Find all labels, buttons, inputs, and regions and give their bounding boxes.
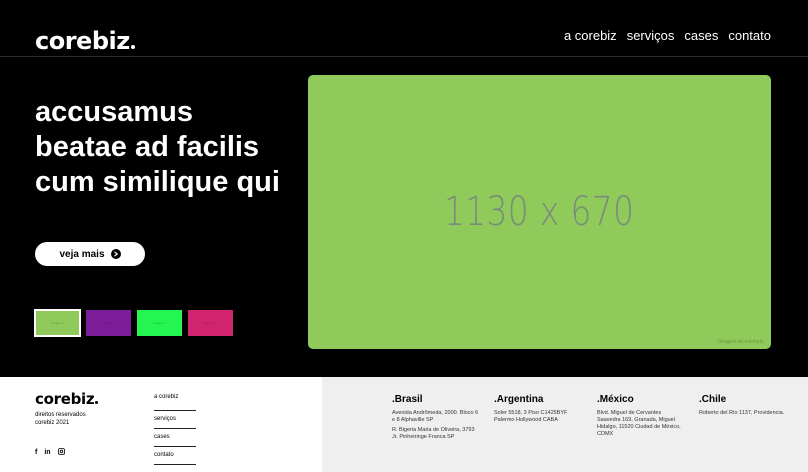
slider-thumbnail-1[interactable]: Imagem 1: [34, 309, 81, 337]
footer-logo[interactable]: corebiz: [35, 390, 99, 408]
footer-offices: .Brasil Avenida Andrômeda, 2000. Bloco 6…: [322, 377, 808, 472]
nav-link-servicos[interactable]: serviços: [627, 28, 675, 44]
veja-mais-button[interactable]: veja mais: [35, 242, 145, 266]
site-header: corebiz a corebiz serviços cases contato: [0, 0, 808, 57]
arrow-right-icon: [110, 249, 121, 259]
office-address: R. Bigeria Maria de Oliveira, 3793 Jr. P…: [392, 427, 475, 440]
footer-logo-dot: [95, 401, 99, 404]
office-country: .Chile: [699, 394, 727, 405]
office-address: Avenida Andrômeda, 2000. Bloco 6 e 8 Alp…: [392, 410, 479, 423]
nav-link-a-corebiz[interactable]: a corebiz: [564, 28, 617, 44]
office-address: Blvd. Miguel de Cervantes Saavedra 169, …: [597, 410, 681, 437]
slider-thumbnail-2[interactable]: Imagem 2: [86, 310, 131, 336]
office-chile: .Chile Roberto del Río 1137, Providencia…: [699, 394, 787, 420]
image-credit: Imagem do exemplo.: [718, 339, 765, 345]
logo-dot: [130, 45, 135, 49]
nav-link-contato[interactable]: contato: [728, 28, 771, 44]
hero-headline: accusamus beatae ad facilis cum similiqu…: [35, 96, 280, 198]
footer-link-a-corebiz[interactable]: a corebiz: [154, 393, 196, 411]
rights-line-2: corebiz 2021: [35, 420, 70, 426]
instagram-icon[interactable]: [57, 448, 65, 458]
office-address: Soler 5518, 3 Piso C1425BYF Palermo Holl…: [494, 410, 568, 423]
facebook-icon[interactable]: f: [35, 449, 37, 457]
footer-nav: a corebiz serviços cases contato: [154, 393, 196, 465]
logo-text: corebiz: [35, 27, 130, 55]
site-footer: corebiz direitos reservados corebiz 2021…: [0, 377, 808, 472]
thumbnail-label: Imagem 1: [50, 321, 65, 325]
thumbnail-label: Imagem 3: [152, 321, 167, 325]
image-dimensions-text: 1130 x 670: [444, 189, 635, 235]
office-country: .Argentina: [494, 394, 544, 405]
social-links: f in: [35, 448, 65, 458]
office-brasil: .Brasil Avenida Andrômeda, 2000. Bloco 6…: [392, 394, 480, 444]
hero-section: accusamus beatae ad facilis cum similiqu…: [0, 57, 808, 377]
copyright: direitos reservados corebiz 2021: [35, 411, 86, 427]
footer-link-contato[interactable]: contato: [154, 447, 196, 465]
footer-logo-text: corebiz: [35, 390, 95, 408]
thumbnail-label: Imagem 2: [101, 321, 116, 325]
corebiz-logo[interactable]: corebiz: [35, 27, 135, 55]
main-nav: a corebiz serviços cases contato: [564, 28, 771, 44]
slider-thumbnails: Imagem 1 Imagem 2 Imagem 3 Imagem 4: [34, 309, 233, 337]
page: corebiz a corebiz serviços cases contato…: [0, 0, 808, 472]
slider-thumbnail-4[interactable]: Imagem 4: [188, 310, 233, 336]
linkedin-icon[interactable]: in: [44, 449, 50, 457]
hero-image-placeholder: 1130 x 670 Imagem do exemplo.: [308, 75, 771, 349]
nav-link-cases[interactable]: cases: [684, 28, 718, 44]
footer-left: corebiz direitos reservados corebiz 2021…: [0, 377, 322, 472]
slider-thumbnail-3[interactable]: Imagem 3: [137, 310, 182, 336]
office-country: .Brasil: [392, 394, 423, 405]
office-country: .México: [597, 394, 634, 405]
office-argentina: .Argentina Soler 5518, 3 Piso C1425BYF P…: [494, 394, 582, 427]
rights-line-1: direitos reservados: [35, 412, 86, 418]
veja-mais-label: veja mais: [59, 248, 105, 260]
office-address: Roberto del Río 1137, Providencia.: [699, 410, 785, 416]
footer-link-cases[interactable]: cases: [154, 429, 196, 447]
thumbnail-label: Imagem 4: [203, 321, 218, 325]
office-mexico: .México Blvd. Miguel de Cervantes Saaved…: [597, 394, 685, 441]
footer-link-servicos[interactable]: serviços: [154, 411, 196, 429]
